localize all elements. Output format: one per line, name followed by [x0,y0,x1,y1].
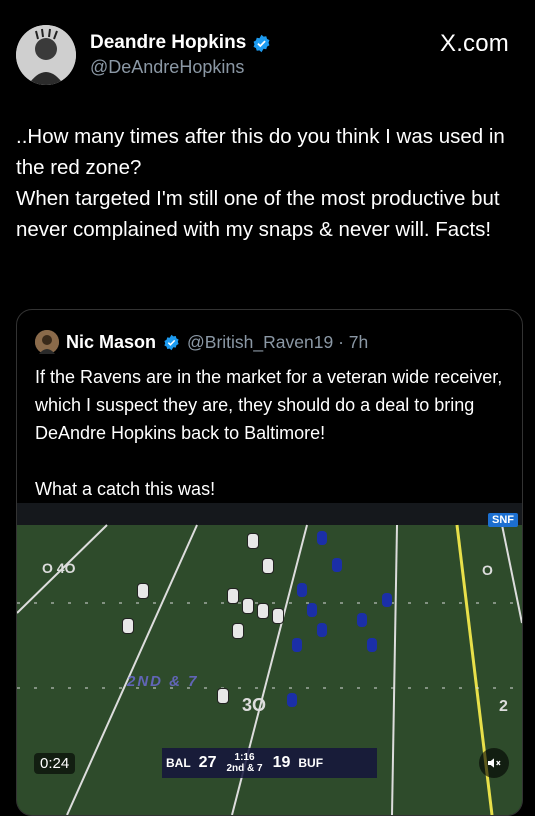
player [247,533,259,549]
game-clock: 1:16 2nd & 7 [220,752,268,774]
quote-avatar[interactable] [35,330,59,354]
player [257,603,269,619]
away-team: BAL [166,756,191,770]
quote-text: If the Ravens are in the market for a ve… [35,367,503,499]
quoted-tweet[interactable]: Nic Mason @British_Raven19 · 7h If the R… [16,309,523,816]
player [137,583,149,599]
player [297,583,307,597]
quote-author-name[interactable]: Nic Mason [66,332,156,353]
scorebug: BAL 27 1:16 2nd & 7 19 BUF [162,748,377,778]
author-avatar[interactable] [16,25,76,85]
quote-author-handle-time[interactable]: @British_Raven19 · 7h [187,332,368,353]
verified-badge-icon [164,334,179,350]
tweet-text: ..How many times after this do you think… [16,125,505,241]
clock-time: 1:16 [234,752,255,763]
down-label: 2nd & 7 [226,763,263,774]
player [357,613,367,627]
player [287,693,297,707]
site-label: X.com [439,30,509,57]
video-timer: 0:24 [34,753,76,774]
player [227,588,239,604]
player [332,558,342,572]
video-player[interactable]: O 4O O 3O 2 SNF 2ND & 7 BAL 27 1:16 2nd … [17,503,522,815]
player [217,688,229,704]
away-score: 27 [198,754,217,771]
player [272,608,284,624]
player [367,638,377,652]
player [232,623,244,639]
home-team: BUF [298,756,324,770]
speaker-muted-icon [488,758,501,768]
player [307,603,317,617]
svg-text:O 4O: O 4O [42,560,76,576]
svg-text:2: 2 [499,698,508,715]
player [122,618,134,634]
down-distance-marker: 2ND & 7 [127,673,199,690]
network-logo: SNF [488,513,518,527]
player [242,598,254,614]
home-score: 19 [272,754,291,771]
player [262,558,274,574]
author-handle[interactable]: @DeAndreHopkins [90,57,244,78]
svg-text:3O: 3O [242,695,266,715]
mute-button[interactable] [479,748,509,778]
author-name-row: Deandre Hopkins [90,32,271,54]
player [382,593,392,607]
svg-text:O: O [482,562,493,578]
player [317,531,327,545]
tweet-header: Deandre Hopkins @DeAndreHopkins X.com [0,0,535,100]
player [292,638,302,652]
author-name[interactable]: Deandre Hopkins [90,32,246,54]
quote-header: Nic Mason @British_Raven19 · 7h [35,330,368,354]
verified-badge-icon [253,34,270,52]
player [317,623,327,637]
